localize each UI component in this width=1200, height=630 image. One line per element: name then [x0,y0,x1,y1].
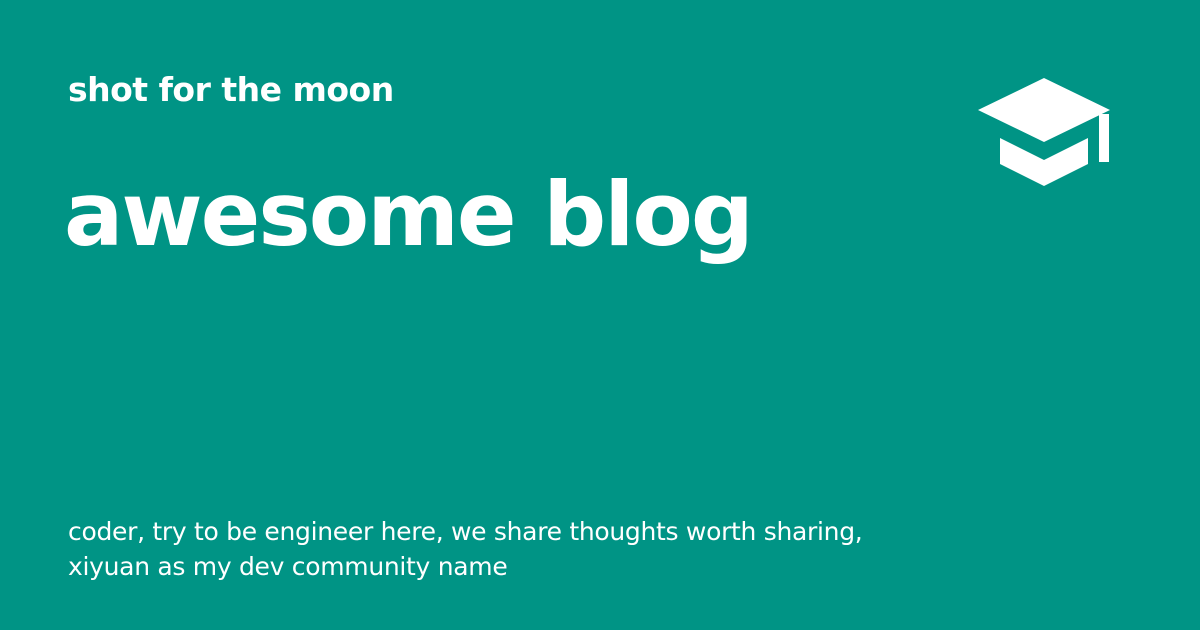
og-card: shot for the moon awesome blog coder, tr… [0,0,1200,630]
site-tagline: shot for the moon [68,70,394,109]
description-line: xiyuan as my dev community name [68,552,508,581]
site-title: awesome blog [64,163,754,266]
description-line: coder, try to be engineer here, we share… [68,517,863,546]
site-description: coder, try to be engineer here, we share… [68,514,1068,584]
graduation-cap-icon [978,78,1110,186]
